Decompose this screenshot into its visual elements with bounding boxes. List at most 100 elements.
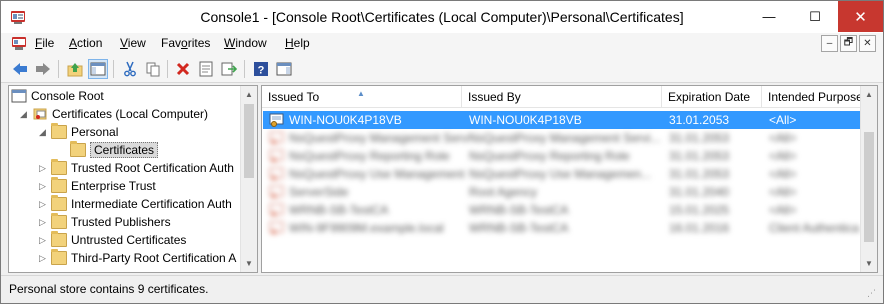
folder-icon: [51, 159, 67, 175]
table-row[interactable]: WIN-9F9909M.example.local WRNB-SB-TestCA…: [263, 219, 860, 237]
mdi-restore-button[interactable]: 🗗: [840, 35, 857, 52]
expand-arrow-icon[interactable]: ▷: [37, 253, 48, 264]
menu-favorites[interactable]: Favorites: [161, 36, 210, 50]
folder-icon: [51, 213, 67, 229]
tree-item-label: Personal: [71, 125, 119, 139]
help-button[interactable]: ?: [251, 59, 271, 79]
toolbar-separator: [167, 60, 168, 78]
tree-item-third-party-root[interactable]: ▷ Third-Party Root Certification A: [37, 249, 236, 267]
title-bar: Console1 - [Console Root\Certificates (L…: [1, 1, 883, 33]
tree-item-label: Intermediate Certification Auth: [71, 197, 232, 211]
tree-vertical-scrollbar[interactable]: ▲ ▼: [240, 86, 257, 272]
show-hide-action-pane-button[interactable]: [274, 59, 294, 79]
menu-bar: File Action View Favorites Window Help: [1, 33, 883, 55]
certificate-icon: [269, 203, 284, 217]
minimize-button[interactable]: —: [746, 1, 792, 32]
collapse-arrow-icon[interactable]: ◢: [37, 127, 48, 138]
back-button[interactable]: [10, 59, 30, 79]
toolbar: ?: [1, 55, 883, 83]
scroll-thumb[interactable]: [244, 104, 254, 178]
tree-item-trusted-publishers[interactable]: ▷ Trusted Publishers: [37, 213, 171, 231]
column-header-intended-purpose[interactable]: Intended Purpose: [762, 86, 861, 108]
tree-item-certificates-local-computer[interactable]: ◢ Certificates (Local Computer): [18, 105, 208, 123]
certificate-icon: [269, 221, 284, 235]
folder-icon: [51, 177, 67, 193]
tree-item-untrusted[interactable]: ▷ Untrusted Certificates: [37, 231, 186, 249]
cell-issued-to: ServerSide: [289, 185, 349, 199]
status-bar: Personal store contains 9 certificates. …: [1, 275, 883, 303]
mdi-close-icon: ✕: [863, 38, 872, 49]
document-system-menu-icon[interactable]: [11, 36, 27, 51]
close-button[interactable]: ✕: [838, 1, 883, 32]
column-header-issued-by[interactable]: Issued By: [462, 86, 662, 108]
up-one-level-button[interactable]: [65, 59, 85, 79]
tree-item-trusted-root[interactable]: ▷ Trusted Root Certification Auth: [37, 159, 234, 177]
scroll-thumb[interactable]: [864, 132, 874, 242]
cell-expiration: 31.01.2053: [669, 167, 730, 181]
expand-arrow-icon[interactable]: ▷: [37, 217, 48, 228]
certificate-icon: [269, 149, 284, 163]
cell-issued-to: NsQuestProxy Use Management: [289, 167, 465, 181]
menu-action[interactable]: Action: [69, 36, 102, 50]
menu-window[interactable]: Window: [224, 36, 267, 50]
expand-arrow-icon[interactable]: ▷: [37, 199, 48, 210]
menu-view[interactable]: View: [120, 36, 146, 50]
mdi-close-button[interactable]: ✕: [859, 35, 876, 52]
certificate-icon: [269, 131, 284, 145]
menu-file[interactable]: File: [35, 36, 54, 50]
table-row[interactable]: NsQuestProxy Use Management NsQuestProxy…: [263, 165, 860, 183]
results-list[interactable]: ▲ Issued To Issued By Expiration Date In…: [261, 85, 878, 273]
menu-help[interactable]: Help: [285, 36, 310, 50]
tree-item-console-root[interactable]: Console Root: [11, 87, 104, 105]
collapse-arrow-icon[interactable]: ◢: [18, 109, 29, 120]
console-tree[interactable]: Console Root ◢ Certificates (Local Compu…: [8, 85, 258, 273]
show-hide-tree-icon: [90, 62, 106, 76]
cell-issued-by: NsQuestProxy Use Managemen...: [469, 167, 652, 181]
mdi-minimize-button[interactable]: –: [821, 35, 838, 52]
tree-item-personal-certificates[interactable]: Certificates: [70, 141, 159, 159]
cut-button[interactable]: [120, 59, 140, 79]
tree-item-intermediate[interactable]: ▷ Intermediate Certification Auth: [37, 195, 232, 213]
forward-button[interactable]: [33, 59, 53, 79]
table-row[interactable]: WIN-NOU0K4P18VB WIN-NOU0K4P18VB 31.01.20…: [263, 111, 860, 129]
cell-issued-to: WIN-9F9909M.example.local: [289, 221, 444, 235]
cell-issued-by: WRNB-SB-TestCA: [469, 221, 569, 235]
cell-issued-to: NsQuestProxy Management Service: [289, 131, 469, 145]
scroll-up-arrow-icon[interactable]: ▲: [241, 86, 257, 103]
expand-arrow-icon[interactable]: ▷: [37, 163, 48, 174]
help-icon: ?: [254, 62, 268, 77]
scroll-down-arrow-icon[interactable]: ▼: [241, 255, 257, 272]
mdi-minimize-icon: –: [826, 38, 833, 49]
expand-arrow-icon[interactable]: ▷: [37, 181, 48, 192]
table-row[interactable]: ServerSide Root Agency 31.01.2040 <All>: [263, 183, 860, 201]
table-row[interactable]: WRNB-SB-TestCA WRNB-SB-TestCA 15.01.2025…: [263, 201, 860, 219]
table-row[interactable]: NsQuestProxy Reporting Role NsQuestProxy…: [263, 147, 860, 165]
back-icon: [13, 63, 27, 75]
scroll-down-arrow-icon[interactable]: ▼: [861, 255, 877, 272]
column-header-expiration-date[interactable]: Expiration Date: [662, 86, 762, 108]
scroll-up-arrow-icon[interactable]: ▲: [861, 86, 877, 103]
tree-item-label: Trusted Root Certification Auth: [71, 161, 234, 175]
toolbar-separator: [58, 60, 59, 78]
tree-item-enterprise-trust[interactable]: ▷ Enterprise Trust: [37, 177, 156, 195]
tree-item-personal[interactable]: ◢ Personal: [37, 123, 118, 141]
status-text: Personal store contains 9 certificates.: [9, 282, 209, 296]
list-vertical-scrollbar[interactable]: ▲ ▼: [860, 86, 877, 272]
copy-button[interactable]: [143, 59, 163, 79]
tree-item-label: Third-Party Root Certification A: [71, 251, 237, 265]
show-hide-console-tree-button[interactable]: [88, 59, 108, 79]
maximize-button[interactable]: ☐: [792, 1, 838, 32]
cell-issued-to: NsQuestProxy Reporting Role: [289, 149, 450, 163]
window-title: Console1 - [Console Root\Certificates (L…: [200, 9, 684, 25]
column-header-issued-to[interactable]: ▲ Issued To: [262, 86, 462, 108]
export-list-button[interactable]: [219, 59, 239, 79]
table-row[interactable]: NsQuestProxy Management Service NsQuestP…: [263, 129, 860, 147]
console-root-icon: [11, 89, 27, 103]
resize-grip-icon[interactable]: ⋰: [867, 288, 879, 300]
certificate-icon: [269, 185, 284, 199]
delete-button[interactable]: [173, 59, 193, 79]
expand-arrow-icon[interactable]: ▷: [37, 235, 48, 246]
tree-item-label: Certificates (Local Computer): [52, 107, 209, 121]
properties-button[interactable]: [196, 59, 216, 79]
cell-expiration: 31.01.2053: [669, 113, 730, 127]
